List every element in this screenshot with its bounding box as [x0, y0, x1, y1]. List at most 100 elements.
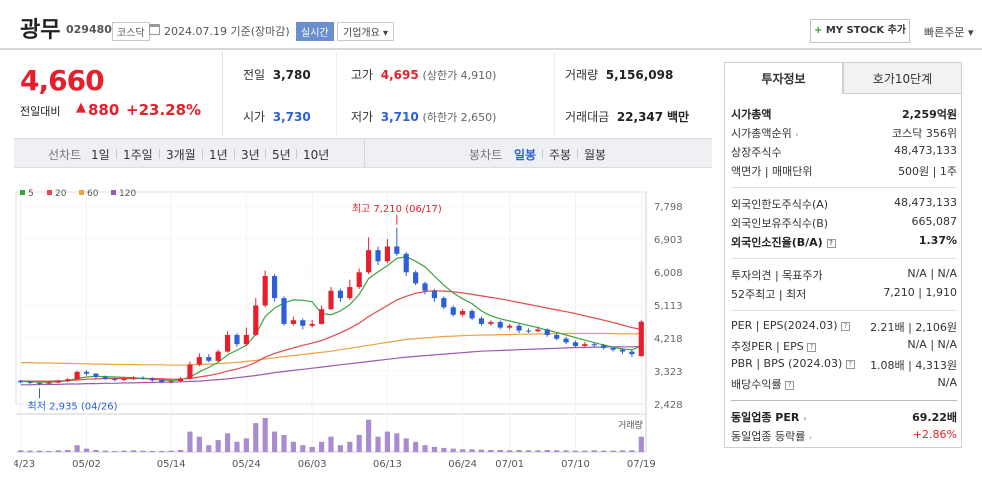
low-annotation: 최저 2,935 (04/26) [28, 400, 118, 412]
info-key: 외국인한도주식수(A) [731, 198, 829, 211]
y-tick-label: 5,113 [654, 301, 683, 312]
volume-bar [215, 440, 221, 452]
candle-weekly[interactable]: 주봉 [549, 146, 571, 163]
help-icon[interactable]: ? [785, 380, 795, 390]
realtime-button[interactable]: 실시간 [296, 22, 334, 41]
x-tick-label: 07/01 [495, 459, 524, 470]
volume-bar [18, 450, 24, 452]
candle-body [384, 246, 391, 262]
info-row[interactable]: PER | EPS(2024.03) ? 2.21배 | 2,106원 [731, 319, 957, 338]
change-percent: +23.28% [126, 101, 202, 119]
divider [554, 52, 555, 136]
info-value: +2.86% [912, 428, 957, 441]
price-summary: 4,660 전일대비 ▲ 880 +23.28% [14, 52, 222, 136]
volume-bar [591, 450, 597, 452]
info-key: 시가총액순위 › [731, 125, 798, 141]
info-row[interactable]: PBR | BPS (2024.03) ? 1.08배 | 4,313원 [731, 357, 957, 376]
candle-body [347, 287, 353, 299]
stat-label: 고가 [351, 68, 374, 82]
x-tick-label: 06/24 [448, 459, 477, 470]
volume-bar [638, 436, 644, 452]
up-arrow-icon: ▲ [76, 100, 86, 115]
help-icon[interactable]: ? [841, 321, 851, 331]
volume-bar [65, 449, 71, 452]
volume-bar [460, 449, 466, 452]
info-row: 외국인보유주식수(B) 665,087 [731, 215, 957, 234]
info-value: 1.08배 | 4,313원 [870, 359, 957, 372]
stock-name: 광무 [20, 18, 61, 43]
info-key-text: 시가총액순위 [731, 127, 792, 140]
tab-orderbook-10[interactable]: 호가10단계 [843, 62, 962, 94]
info-row[interactable]: 외국인소진율(B/A) ? 1.37% [731, 234, 957, 253]
volume-bar [27, 450, 33, 452]
candle-body [563, 338, 569, 343]
info-row[interactable]: 배당수익률 ? N/A [731, 376, 957, 395]
separator [234, 149, 235, 159]
candle-body [55, 381, 61, 383]
candle-body [375, 250, 381, 262]
period-1y[interactable]: 1년 [209, 146, 228, 163]
tab-investment-info[interactable]: 투자정보 [724, 62, 843, 94]
info-row[interactable]: 추정PER | EPS ? N/A | N/A [731, 338, 957, 357]
x-tick-label: 05/02 [72, 459, 101, 470]
period-10y[interactable]: 10년 [303, 146, 329, 163]
period-3m[interactable]: 3개월 [166, 146, 196, 163]
add-mystock-button[interactable]: + MY STOCK 추가 [810, 19, 910, 43]
stat-label: 저가 [351, 110, 374, 124]
volume-bar [375, 436, 381, 452]
candle-body [130, 377, 137, 379]
stat-volume: 거래량 5,156,098 [565, 66, 673, 83]
volume-bar [130, 450, 137, 452]
volume-bar [554, 450, 560, 452]
volume-bar [281, 435, 287, 452]
volume-bar [234, 441, 240, 452]
divider [731, 310, 957, 311]
period-3y[interactable]: 3년 [241, 146, 260, 163]
candle-body [582, 344, 588, 347]
volume-bar [413, 441, 419, 452]
period-5y[interactable]: 5년 [272, 146, 291, 163]
info-row[interactable]: 시가총액순위 › 코스닥 356위 [731, 125, 957, 144]
x-tick-label: 05/24 [232, 459, 261, 470]
candle-body [234, 334, 240, 345]
high-annotation: 최고 7,210 (06/17) [352, 203, 442, 215]
info-row: 외국인한도주식수(A) 48,473,133 [731, 196, 957, 215]
x-tick-label: 06/13 [373, 459, 402, 470]
volume-bar [507, 450, 513, 452]
volume-bar [271, 431, 278, 452]
volume-bar [243, 438, 249, 452]
stat-value: 3,730 [272, 110, 311, 124]
candle-monthly[interactable]: 월봉 [584, 146, 606, 163]
candle-body [262, 275, 268, 306]
info-key: PBR | BPS (2024.03) ? [731, 357, 855, 370]
candle-body [290, 320, 296, 324]
candle-body [441, 298, 447, 308]
help-icon[interactable]: ? [807, 342, 817, 352]
market-badge: 코스닥 [112, 22, 150, 41]
volume-bar [206, 445, 212, 452]
info-value: N/A | N/A [907, 267, 957, 280]
legend-swatch [111, 190, 116, 195]
period-1w[interactable]: 1주일 [123, 146, 153, 163]
volume-bar [431, 446, 438, 452]
candle-body [18, 380, 24, 383]
info-key: 외국인소진율(B/A) ? [731, 234, 836, 250]
volume-bar [497, 449, 503, 452]
volume-bar [83, 448, 90, 452]
volume-bar [572, 450, 579, 452]
candle-daily[interactable]: 일봉 [514, 146, 536, 163]
volume-bar [535, 450, 541, 452]
candle-body [102, 377, 108, 379]
period-1d[interactable]: 1일 [91, 146, 110, 163]
quick-order-button[interactable]: 빠른주문 ▾ [924, 24, 974, 40]
company-overview-button[interactable]: 기업개요 ▾ [337, 22, 395, 41]
stat-label: 거래대금 [565, 110, 610, 124]
volume-bar [74, 445, 80, 452]
info-row[interactable]: 동일업종 등락률 › +2.86% [731, 428, 957, 447]
separator [542, 149, 543, 159]
help-icon[interactable]: ? [826, 238, 836, 248]
help-icon[interactable]: ? [845, 359, 855, 369]
volume-bar [601, 450, 607, 452]
info-row[interactable]: 동일업종 PER › 69.22배 [731, 409, 957, 428]
info-value: 코스닥 356위 [892, 127, 957, 140]
